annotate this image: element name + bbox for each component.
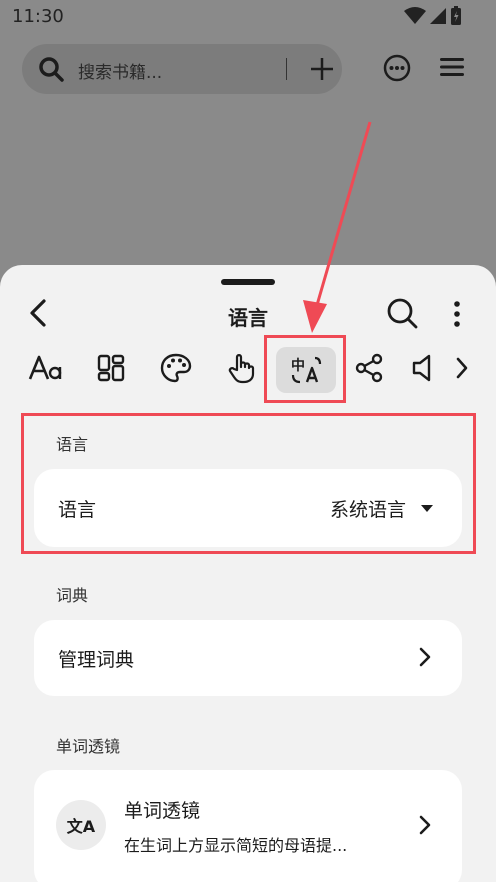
chevron-right-icon xyxy=(419,815,431,835)
word-lens-title: 单词透镜 xyxy=(124,800,201,822)
tab-font[interactable] xyxy=(17,343,75,393)
touch-gesture-icon xyxy=(228,354,255,384)
highlight-box-language xyxy=(21,413,476,554)
section-label-dictionary: 词典 xyxy=(56,586,89,605)
sheet-title: 语言 xyxy=(228,306,268,330)
layout-grid-icon xyxy=(97,354,125,382)
section-label-word-lens: 单词透镜 xyxy=(56,737,121,756)
tab-layout[interactable] xyxy=(82,343,140,393)
chevron-right-icon[interactable] xyxy=(452,355,472,381)
tab-audio[interactable] xyxy=(400,343,446,393)
highlight-box-tab xyxy=(264,335,346,403)
tab-gesture[interactable] xyxy=(212,343,270,393)
status-time: 11:30 xyxy=(12,6,64,27)
word-lens-subtitle: 在生词上方显示简短的母语提... xyxy=(124,836,348,855)
search-input[interactable]: 搜索书籍... xyxy=(78,58,162,83)
share-icon xyxy=(355,353,383,383)
tab-theme[interactable] xyxy=(147,343,205,393)
signal-icon xyxy=(430,8,446,24)
drag-handle[interactable] xyxy=(221,279,275,285)
settings-sheet: 语言 中 语言 语言 系统语言 词典 管理词典 单词透镜 文A 单词透镜 在生词… xyxy=(0,265,496,882)
manage-dictionary-label: 管理词典 xyxy=(58,649,135,671)
font-size-icon xyxy=(28,355,62,380)
search-icon xyxy=(39,57,64,82)
battery-icon xyxy=(451,6,461,25)
vertical-more-icon[interactable] xyxy=(447,299,467,329)
manage-dictionary-row[interactable]: 管理词典 xyxy=(34,620,462,696)
settings-tabs: 中 xyxy=(0,343,496,399)
wifi-icon xyxy=(404,7,426,24)
palette-icon xyxy=(160,353,192,383)
sheet-search-icon[interactable] xyxy=(386,297,418,329)
search-bar[interactable]: 搜索书籍... xyxy=(22,44,342,94)
chevron-right-icon xyxy=(419,647,431,667)
word-lens-avatar: 文A xyxy=(56,800,106,850)
status-icons xyxy=(404,6,462,26)
search-divider xyxy=(286,58,287,80)
menu-icon[interactable] xyxy=(438,55,466,79)
status-bar: 11:30 xyxy=(0,0,496,34)
more-options-icon[interactable] xyxy=(382,53,412,83)
translate-icon: 文A xyxy=(66,817,96,836)
word-lens-row[interactable]: 文A 单词透镜 在生词上方显示简短的母语提... xyxy=(34,770,462,882)
tab-share[interactable] xyxy=(340,343,398,393)
add-icon[interactable] xyxy=(308,55,336,83)
speaker-icon xyxy=(412,354,431,382)
